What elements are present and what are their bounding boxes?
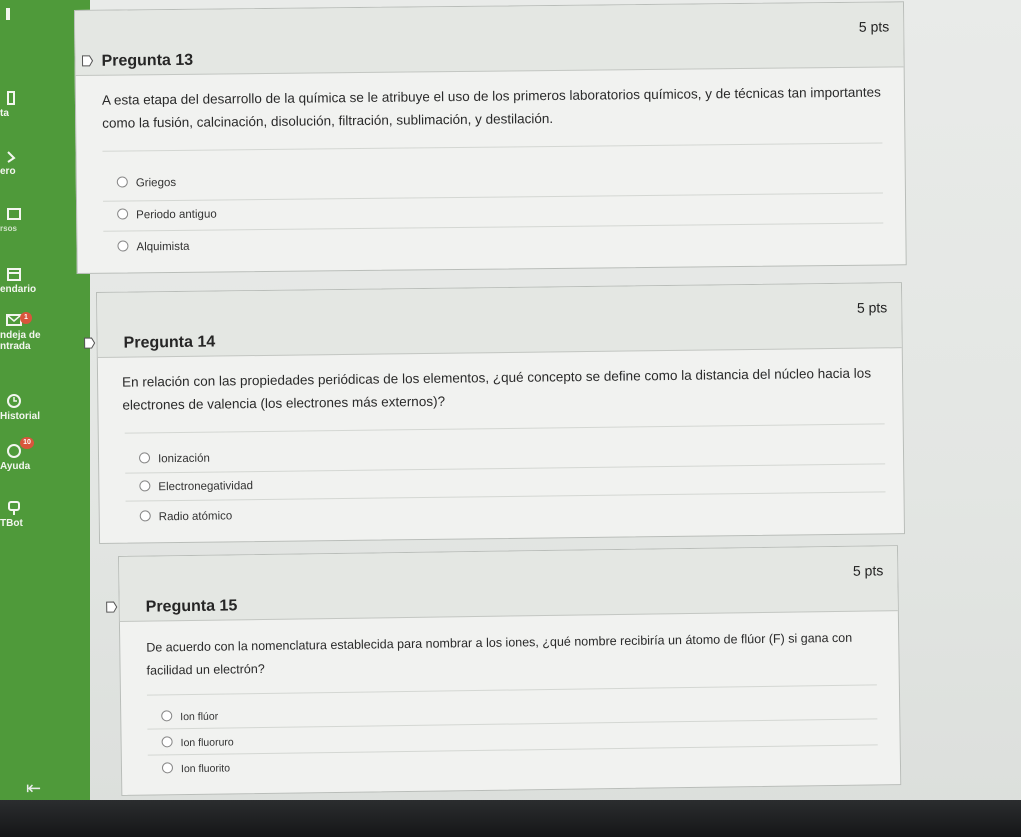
nav-label: endario — [0, 284, 37, 295]
question-text-line1: De acuerdo con la nomenclatura estableci… — [146, 630, 853, 655]
nav-label: TBot — [0, 518, 23, 529]
account-icon — [6, 8, 10, 20]
divider — [124, 423, 885, 434]
radio-button[interactable] — [117, 240, 129, 252]
bot-icon — [8, 501, 20, 515]
radio-button[interactable] — [161, 762, 174, 774]
nav-label: Historial — [0, 411, 41, 422]
question-title: Pregunta 13 — [101, 51, 194, 70]
inbox-badge: 1 — [20, 312, 32, 324]
question-card: 5 pts Pregunta 13 A esta etapa del desar… — [74, 1, 907, 274]
radio-button[interactable] — [116, 176, 128, 188]
radio-button[interactable] — [138, 452, 151, 464]
radio-button[interactable] — [161, 736, 173, 748]
divider — [147, 718, 878, 730]
help-badge: 10 — [20, 437, 34, 449]
radio-button[interactable] — [117, 208, 129, 220]
answer-option[interactable]: Ion flúor — [161, 710, 218, 724]
nav-label: ndeja de — [0, 330, 41, 341]
question-text-line2: como la fusión, calcinación, disolución,… — [102, 110, 554, 131]
calendar-icon — [7, 268, 21, 281]
radio-button[interactable] — [161, 710, 173, 722]
divider — [125, 463, 886, 474]
screen-bezel — [0, 800, 1021, 837]
book-icon — [7, 91, 15, 105]
divider — [102, 142, 883, 152]
nav-item-help[interactable]: 10 Ayuda — [0, 437, 90, 472]
nav-label-line2: ntrada — [0, 341, 31, 352]
question-text-line2: facilidad un electrón? — [146, 661, 265, 678]
radio-button[interactable] — [139, 480, 151, 492]
folder-icon — [7, 208, 21, 220]
divider — [147, 744, 878, 756]
nav-label: Ayuda — [0, 461, 31, 472]
flag-question-icon[interactable] — [81, 55, 94, 67]
question-text-line1: En relación con las propiedades periódic… — [122, 365, 872, 390]
nav-item-history[interactable]: Historial — [0, 393, 90, 422]
divider — [102, 192, 883, 202]
flag-question-icon[interactable] — [84, 337, 96, 349]
divider — [146, 684, 877, 696]
inbox-icon — [7, 151, 16, 163]
question-text-line2: electrones de valencia (los electrones m… — [122, 393, 446, 413]
answer-option[interactable]: Radio atómico — [139, 509, 232, 523]
radio-button[interactable] — [139, 510, 151, 522]
answer-option[interactable]: Alquimista — [117, 240, 190, 254]
answer-option[interactable]: Periodo antiguo — [117, 208, 217, 222]
question-card: 5 pts Pregunta 15 De acuerdo con la nome… — [106, 545, 902, 796]
flag-question-icon[interactable] — [106, 601, 118, 613]
divider — [103, 222, 884, 232]
question-title: Pregunta 15 — [145, 597, 238, 616]
collapse-nav-icon[interactable]: ⇤ — [26, 778, 41, 799]
answer-option[interactable]: Ion fluoruro — [161, 735, 234, 749]
clock-icon — [7, 394, 21, 408]
divider — [125, 491, 886, 502]
nav-item-inbox[interactable]: 1 ndeja de ntrada — [0, 312, 90, 352]
nav-item-tbot[interactable]: TBot — [0, 500, 90, 529]
answer-option[interactable]: Electronegatividad — [139, 479, 253, 493]
answer-option[interactable]: Ion fluorito — [161, 761, 230, 775]
question-title: Pregunta 14 — [123, 333, 216, 352]
answer-option[interactable]: Ionización — [138, 452, 210, 466]
question-card: 5 pts Pregunta 14 En relación con las pr… — [84, 282, 906, 544]
answer-option[interactable]: Griegos — [116, 176, 176, 190]
